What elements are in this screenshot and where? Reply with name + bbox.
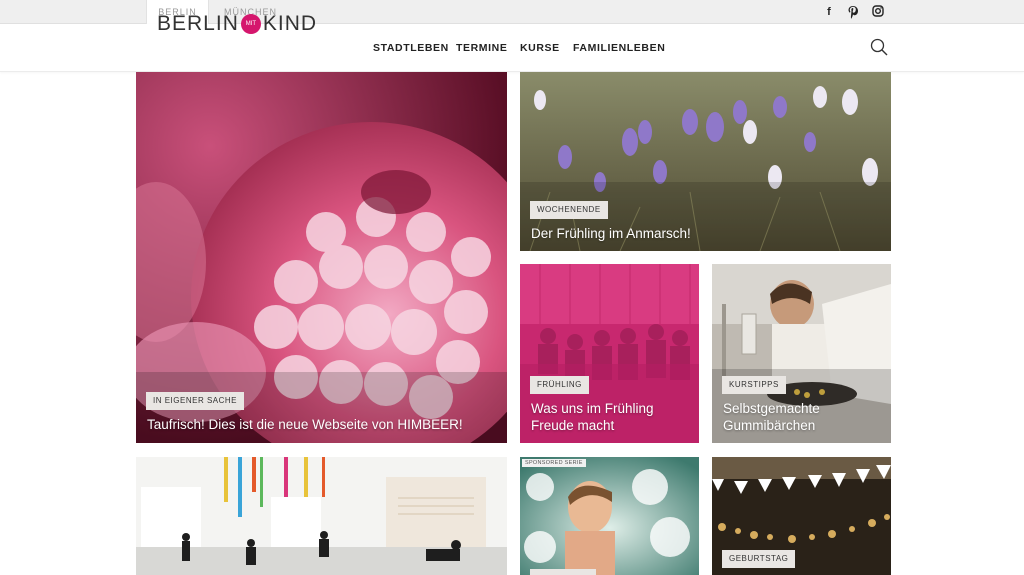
article-title[interactable]: Was uns im Frühling Freude macht: [531, 400, 691, 434]
category-badge[interactable]: GEBURTSTAG: [722, 550, 796, 568]
category-badge[interactable]: WOCHENENDE: [530, 201, 608, 219]
logo-mit-badge: MIT: [240, 14, 261, 34]
boy-water-image: [520, 457, 699, 575]
article-tile-himbeer[interactable]: IN EIGENER SACHE Taufrisch! Dies ist die…: [136, 72, 507, 443]
article-tile-gummibaerchen[interactable]: KURSTIPPS Selbstgemachte Gummibärchen: [712, 264, 891, 443]
article-tile-geburtstag[interactable]: GEBURTSTAG: [712, 457, 891, 575]
logo-text-left: BERLIN: [157, 12, 239, 35]
category-badge[interactable]: KURSTIPPS: [722, 376, 786, 394]
pinterest-icon[interactable]: [846, 5, 860, 19]
category-badge[interactable]: [530, 569, 596, 575]
city-bar: BERLIN MÜNCHEN f: [0, 0, 1024, 24]
article-tile-sponsored[interactable]: SPONSORED SERIE: [520, 457, 699, 575]
article-title[interactable]: Selbstgemachte Gummibärchen: [723, 400, 883, 434]
raspberry-image: [136, 72, 507, 443]
category-badge[interactable]: IN EIGENER SACHE: [146, 392, 245, 410]
sponsored-label: SPONSORED SERIE: [522, 459, 586, 467]
article-tile-fruehling-anmarsch[interactable]: WOCHENENDE Der Frühling im Anmarsch!: [520, 72, 891, 251]
article-title[interactable]: Taufrisch! Dies ist die neue Webseite vo…: [147, 416, 497, 433]
site-logo[interactable]: BERLIN MIT KIND: [157, 12, 318, 35]
nav-familienleben[interactable]: FAMILIENLEBEN: [573, 24, 665, 72]
nav-termine[interactable]: TERMINE: [456, 24, 507, 72]
nav-kurse[interactable]: KURSE: [520, 24, 560, 72]
dance-gallery-image: [136, 457, 507, 575]
category-badge[interactable]: FRÜHLING: [530, 376, 589, 394]
logo-text-right: KIND: [262, 12, 318, 35]
search-icon[interactable]: [870, 38, 888, 56]
article-tile-fruehling-freude[interactable]: FRÜHLING Was uns im Frühling Freude mach…: [520, 264, 699, 443]
instagram-icon[interactable]: [871, 5, 885, 19]
nav-stadtleben[interactable]: STADTLEBEN: [373, 24, 449, 72]
article-title[interactable]: Der Frühling im Anmarsch!: [531, 225, 881, 242]
article-tile-lines[interactable]: [136, 457, 507, 575]
facebook-icon[interactable]: f: [822, 5, 836, 19]
